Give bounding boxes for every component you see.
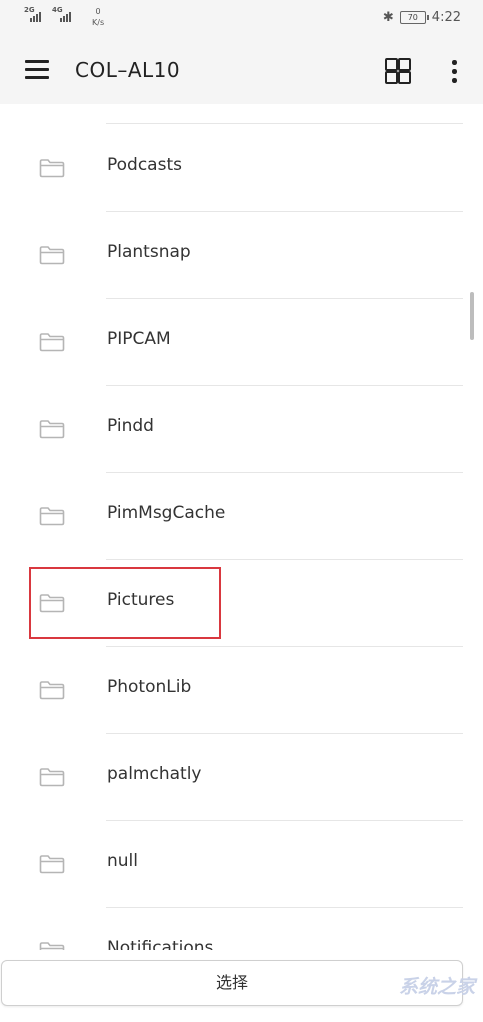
clock: 4:22 (431, 10, 461, 25)
page-title: COL–AL10 (75, 58, 181, 82)
status-bar: 2G 4G 0 K/s ✱ 70 4:22 (0, 0, 483, 38)
bluetooth-icon: ✱ (382, 10, 394, 25)
folder-row[interactable]: PIPCAM (0, 298, 483, 385)
folder-name: null (107, 851, 138, 871)
grid-view-icon[interactable] (385, 58, 411, 84)
folder-icon (39, 768, 65, 787)
folder-row[interactable]: PhotonLib (0, 646, 483, 733)
folder-name: PimMsgCache (107, 503, 226, 523)
folder-row[interactable]: null (0, 820, 483, 907)
folder-row[interactable]: Notifications (0, 907, 483, 950)
hamburger-menu-icon[interactable] (25, 60, 49, 80)
folder-row[interactable]: PimMsgCache (0, 472, 483, 559)
battery-level: 70 (407, 13, 418, 22)
folder-name: Plantsnap (107, 242, 191, 262)
folder-row[interactable]: Pindd (0, 385, 483, 472)
status-right: ✱ 70 4:22 (383, 10, 461, 25)
folder-row[interactable]: Podcasts (0, 124, 483, 211)
folder-icon (39, 507, 65, 526)
highlight-box (29, 567, 221, 639)
watermark-logo: 系统之家 (398, 976, 475, 998)
folder-row[interactable]: palmchatly (0, 733, 483, 820)
folder-row[interactable]: Plantsnap (0, 211, 483, 298)
folder-icon (39, 159, 65, 178)
app-bar: COL–AL10 (0, 38, 483, 104)
select-button[interactable]: 选择 (1, 960, 463, 1006)
folder-icon (39, 420, 65, 439)
folder-name: PhotonLib (107, 677, 192, 697)
folder-name: Notifications (107, 938, 214, 950)
folder-name: PIPCAM (107, 329, 171, 349)
folder-name: Pindd (107, 416, 154, 436)
folder-icon (39, 246, 65, 265)
folder-name: Podcasts (107, 155, 182, 175)
signal-icon: 2G (24, 6, 46, 22)
folder-name: palmchatly (107, 764, 202, 784)
more-options-icon[interactable] (449, 58, 459, 86)
signal-icon: 4G (52, 6, 76, 22)
folder-icon (39, 942, 65, 950)
bottom-bar: 选择 系统之家 (0, 950, 483, 1022)
scrollbar[interactable] (470, 292, 474, 340)
net-speed: 0 K/s (92, 7, 105, 27)
battery-icon: 70 (399, 11, 429, 24)
status-indicators: 2G 4G 0 K/s (24, 6, 105, 28)
folder-icon (39, 681, 65, 700)
folder-list[interactable]: Podcasts Plantsnap PIPCAM Pindd PimMsgCache P… (0, 104, 483, 950)
folder-icon (39, 855, 65, 874)
folder-icon (39, 333, 65, 352)
